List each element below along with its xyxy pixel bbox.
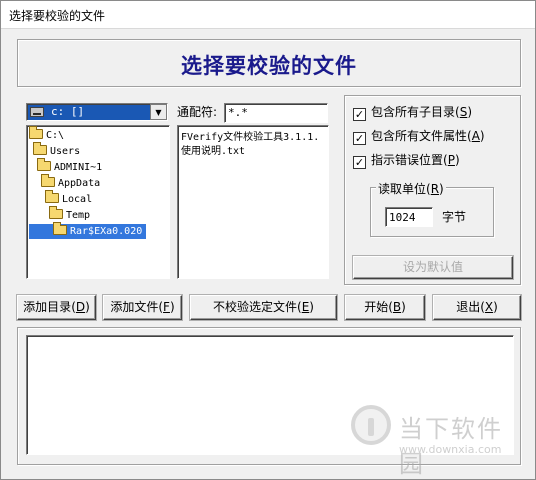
app-window: 选择要校验的文件 选择要校验的文件 c: [] ▼ C:\ Users ADMI… bbox=[0, 0, 536, 480]
window-title: 选择要校验的文件 bbox=[9, 9, 106, 23]
option-label: 包含所有子目录 bbox=[371, 105, 456, 119]
file-list[interactable]: FVerify文件校验工具3.1.1. 使用说明.txt bbox=[177, 125, 329, 279]
option-include-attributes[interactable]: ✓ 包含所有文件属性(A) bbox=[353, 127, 485, 145]
drive-label: c: [] bbox=[51, 105, 85, 118]
option-hotkey: A bbox=[471, 129, 480, 143]
directory-item[interactable]: AppData bbox=[41, 174, 101, 191]
button-label: 开始 bbox=[364, 300, 389, 314]
directory-list[interactable]: C:\ Users ADMINI~1 AppData Local Temp Ra… bbox=[26, 125, 170, 279]
read-unit-caption-text: 读取单位 bbox=[378, 182, 427, 196]
header-panel: 选择要校验的文件 bbox=[17, 39, 521, 87]
read-unit-value: 1024 bbox=[389, 211, 416, 224]
filter-input[interactable]: *.* bbox=[224, 103, 328, 123]
file-item[interactable]: 使用说明.txt bbox=[181, 142, 245, 157]
button-hotkey: X bbox=[484, 300, 494, 314]
button-hotkey: F bbox=[163, 300, 170, 314]
folder-open-icon bbox=[53, 222, 67, 235]
directory-item[interactable]: Users bbox=[33, 142, 81, 159]
read-unit-caption: 读取单位(R) bbox=[376, 180, 446, 197]
directory-name: Temp bbox=[66, 210, 91, 221]
directory-item[interactable]: ADMINI~1 bbox=[37, 158, 103, 175]
add-directory-button[interactable]: 添加目录(D) bbox=[17, 295, 96, 320]
directory-item[interactable]: Temp bbox=[49, 206, 91, 223]
directory-name: Rar$EXa0.020 bbox=[70, 226, 143, 237]
directory-item[interactable]: Local bbox=[45, 190, 93, 207]
directory-name: C:\ bbox=[46, 130, 65, 141]
button-hotkey: B bbox=[392, 300, 402, 314]
folder-open-icon bbox=[33, 142, 47, 155]
filter-label: 通配符: bbox=[177, 105, 218, 119]
directory-name: AppData bbox=[58, 178, 101, 189]
output-box[interactable] bbox=[26, 335, 514, 455]
option-label: 包含所有文件属性 bbox=[371, 129, 468, 143]
checkbox-checked-icon[interactable]: ✓ bbox=[353, 108, 366, 121]
folder-open-icon bbox=[45, 190, 59, 203]
drive-select[interactable]: c: [] ▼ bbox=[26, 103, 168, 121]
directory-item[interactable]: C:\ bbox=[29, 126, 65, 143]
folder-open-icon bbox=[49, 206, 63, 219]
button-label: 添加目录 bbox=[23, 300, 72, 314]
button-hotkey: D bbox=[75, 300, 86, 314]
filter-value: *.* bbox=[228, 106, 248, 119]
button-label: 退出 bbox=[456, 300, 481, 314]
folder-open-icon bbox=[41, 174, 55, 187]
folder-open-icon bbox=[37, 158, 51, 171]
button-hotkey: E bbox=[301, 300, 310, 314]
checkbox-checked-icon[interactable]: ✓ bbox=[353, 156, 366, 169]
button-label: 添加文件 bbox=[110, 300, 159, 314]
directory-name: Users bbox=[50, 146, 81, 157]
file-item[interactable]: FVerify文件校验工具3.1.1. bbox=[181, 128, 319, 143]
add-file-button[interactable]: 添加文件(F) bbox=[103, 295, 182, 320]
exit-button[interactable]: 退出(X) bbox=[433, 295, 521, 320]
drive-icon bbox=[30, 107, 44, 117]
checkbox-checked-icon[interactable]: ✓ bbox=[353, 132, 366, 145]
read-unit-hotkey: R bbox=[430, 182, 440, 196]
read-unit-label: 字节 bbox=[442, 210, 467, 224]
option-hotkey: S bbox=[459, 105, 468, 119]
title-bar: 选择要校验的文件 bbox=[1, 1, 535, 29]
option-indicate-error[interactable]: ✓ 指示错误位置(P) bbox=[353, 151, 460, 169]
directory-name: ADMINI~1 bbox=[54, 162, 103, 173]
set-default-button[interactable]: 设为默认值 bbox=[353, 256, 513, 279]
chevron-down-icon[interactable]: ▼ bbox=[150, 104, 167, 120]
read-unit-input[interactable]: 1024 bbox=[385, 207, 433, 227]
start-button[interactable]: 开始(B) bbox=[345, 295, 425, 320]
exclude-selected-button[interactable]: 不校验选定文件(E) bbox=[190, 295, 337, 320]
option-label: 指示错误位置 bbox=[371, 153, 444, 167]
folder-open-icon bbox=[29, 126, 43, 139]
button-label: 不校验选定文件 bbox=[213, 300, 298, 314]
option-hotkey: P bbox=[447, 153, 455, 167]
option-include-subdirs[interactable]: ✓ 包含所有子目录(S) bbox=[353, 103, 472, 121]
directory-name: Local bbox=[62, 194, 93, 205]
page-title: 选择要校验的文件 bbox=[181, 53, 357, 78]
directory-item-selected[interactable]: Rar$EXa0.020 bbox=[29, 222, 147, 239]
